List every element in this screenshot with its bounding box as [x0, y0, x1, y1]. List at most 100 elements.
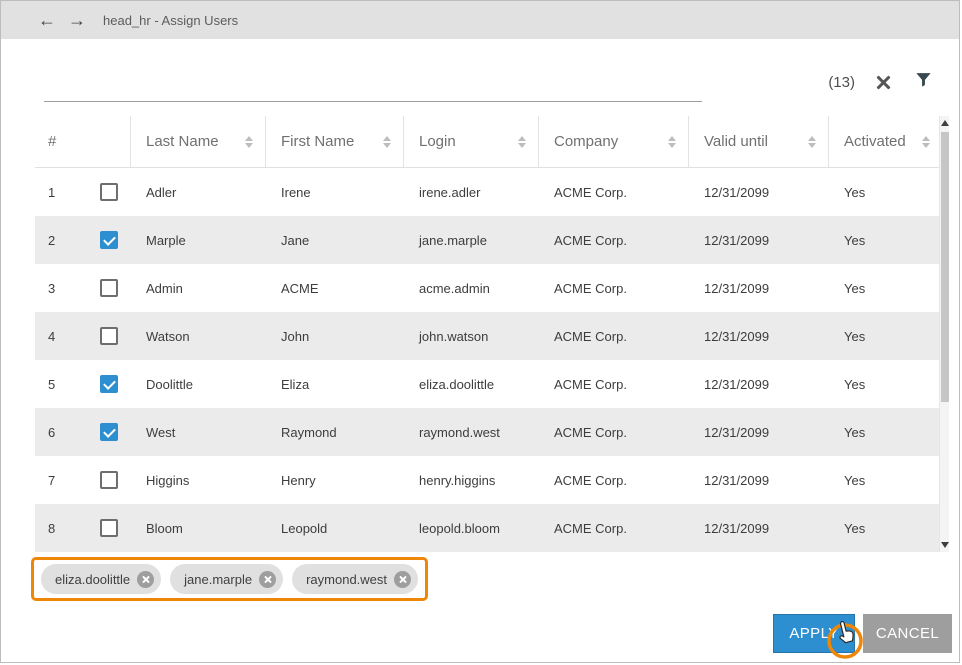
table-row[interactable]: 2MarpleJanejane.marpleACME Corp.12/31/20…	[35, 216, 942, 264]
sort-arrows-icon[interactable]	[668, 136, 676, 148]
table-row[interactable]: 6WestRaymondraymond.westACME Corp.12/31/…	[35, 408, 942, 456]
row-checkbox[interactable]	[100, 279, 118, 297]
cell-valid-until: 12/31/2099	[689, 168, 829, 216]
sort-down-icon	[518, 143, 526, 148]
cell-valid-until: 12/31/2099	[689, 312, 829, 360]
forward-arrow-icon[interactable]: →	[65, 1, 89, 39]
table-row[interactable]: 1AdlerIreneirene.adlerACME Corp.12/31/20…	[35, 168, 942, 216]
filter-funnel-icon[interactable]	[914, 70, 933, 94]
clear-filter-icon[interactable]	[875, 74, 892, 91]
chip-remove-icon[interactable]	[137, 571, 154, 588]
apply-button[interactable]: APPLY	[773, 614, 855, 653]
row-checkbox[interactable]	[100, 423, 118, 441]
selected-user-chip: eliza.doolittle	[41, 564, 161, 594]
window-title: head_hr - Assign Users	[103, 13, 238, 28]
users-table: # Last Name First NameLogin Company Valid un…	[35, 116, 942, 552]
scroll-up-icon[interactable]	[940, 116, 950, 130]
cell-login: raymond.west	[404, 408, 539, 456]
result-count: (13)	[828, 74, 855, 91]
column-label: Company	[554, 133, 618, 150]
cell-activated: Yes	[829, 504, 942, 552]
filter-row: (13)	[44, 61, 933, 103]
cell-activated: Yes	[829, 168, 942, 216]
row-num-cell: 4	[35, 312, 131, 360]
scroll-down-icon[interactable]	[940, 538, 950, 552]
column-header-activated[interactable]: Activated	[829, 116, 942, 167]
sort-arrows-icon[interactable]	[245, 136, 253, 148]
cell-login: acme.admin	[404, 264, 539, 312]
row-num-cell: 6	[35, 408, 131, 456]
chip-label: eliza.doolittle	[55, 572, 130, 587]
row-number: 8	[48, 521, 100, 536]
chip-remove-icon[interactable]	[394, 571, 411, 588]
sort-arrows-icon[interactable]	[808, 136, 816, 148]
assign-users-dialog: ← → head_hr - Assign Users (13) # Last Na…	[0, 0, 960, 663]
column-label: Last Name	[146, 133, 219, 150]
row-checkbox[interactable]	[100, 375, 118, 393]
sort-arrows-icon[interactable]	[922, 136, 930, 148]
back-arrow-icon[interactable]: ←	[35, 1, 59, 39]
row-checkbox[interactable]	[100, 471, 118, 489]
table-scrollbar[interactable]	[939, 116, 949, 552]
sort-down-icon	[808, 143, 816, 148]
scrollbar-thumb[interactable]	[941, 132, 949, 402]
table-body: 1AdlerIreneirene.adlerACME Corp.12/31/20…	[35, 168, 942, 552]
row-checkbox[interactable]	[100, 231, 118, 249]
cell-first-name: Irene	[266, 168, 404, 216]
row-checkbox[interactable]	[100, 327, 118, 345]
sort-arrows-icon[interactable]	[518, 136, 526, 148]
chip-label: jane.marple	[184, 572, 252, 587]
cell-last-name: Bloom	[131, 504, 266, 552]
column-header-first_name[interactable]: First Name	[266, 116, 404, 167]
cell-activated: Yes	[829, 312, 942, 360]
cell-activated: Yes	[829, 456, 942, 504]
table-row[interactable]: 4WatsonJohnjohn.watsonACME Corp.12/31/20…	[35, 312, 942, 360]
row-checkbox[interactable]	[100, 183, 118, 201]
row-num-cell: 8	[35, 504, 131, 552]
sort-down-icon	[668, 143, 676, 148]
chips-highlight-annotation: eliza.doolittlejane.marpleraymond.west	[31, 557, 428, 601]
cell-company: ACME Corp.	[539, 408, 689, 456]
cell-last-name: West	[131, 408, 266, 456]
sort-down-icon	[922, 143, 930, 148]
search-input[interactable]	[44, 62, 702, 102]
column-header-last_name[interactable]: Last Name	[131, 116, 266, 167]
cell-valid-until: 12/31/2099	[689, 504, 829, 552]
row-checkbox[interactable]	[100, 519, 118, 537]
column-header-company[interactable]: Company	[539, 116, 689, 167]
column-header-login[interactable]: Login	[404, 116, 539, 167]
cell-company: ACME Corp.	[539, 264, 689, 312]
column-header-valid_until[interactable]: Valid until	[689, 116, 829, 167]
row-num-cell: 5	[35, 360, 131, 408]
cell-first-name: John	[266, 312, 404, 360]
table-header-row: # Last Name First NameLogin Company Valid un…	[35, 116, 942, 168]
table-row[interactable]: 5DoolittleElizaeliza.doolittleACME Corp.…	[35, 360, 942, 408]
chip-remove-icon[interactable]	[259, 571, 276, 588]
cell-valid-until: 12/31/2099	[689, 456, 829, 504]
row-number: 6	[48, 425, 100, 440]
column-label: #	[48, 133, 56, 150]
row-num-cell: 1	[35, 168, 131, 216]
table-row[interactable]: 7HigginsHenryhenry.higginsACME Corp.12/3…	[35, 456, 942, 504]
table-row[interactable]: 3AdminACMEacme.adminACME Corp.12/31/2099…	[35, 264, 942, 312]
cell-last-name: Watson	[131, 312, 266, 360]
table-row[interactable]: 8 BloomLeopoldleopold.bloomACME Corp.12/3…	[35, 504, 942, 552]
cell-login: irene.adler	[404, 168, 539, 216]
cell-last-name: Admin	[131, 264, 266, 312]
sort-down-icon	[383, 143, 391, 148]
cell-company: ACME Corp.	[539, 456, 689, 504]
column-header-num: #	[35, 116, 131, 167]
sort-up-icon	[808, 136, 816, 141]
cell-company: ACME Corp.	[539, 216, 689, 264]
titlebar: ← → head_hr - Assign Users	[1, 1, 959, 39]
cancel-button[interactable]: CANCEL	[863, 614, 952, 653]
sort-arrows-icon[interactable]	[383, 136, 391, 148]
row-number: 7	[48, 473, 100, 488]
cell-first-name: Leopold	[266, 504, 404, 552]
cell-company: ACME Corp.	[539, 504, 689, 552]
row-num-cell: 3	[35, 264, 131, 312]
cell-login: jane.marple	[404, 216, 539, 264]
column-label: Activated	[844, 133, 906, 150]
cell-login: leopold.bloom	[404, 504, 539, 552]
sort-up-icon	[922, 136, 930, 141]
